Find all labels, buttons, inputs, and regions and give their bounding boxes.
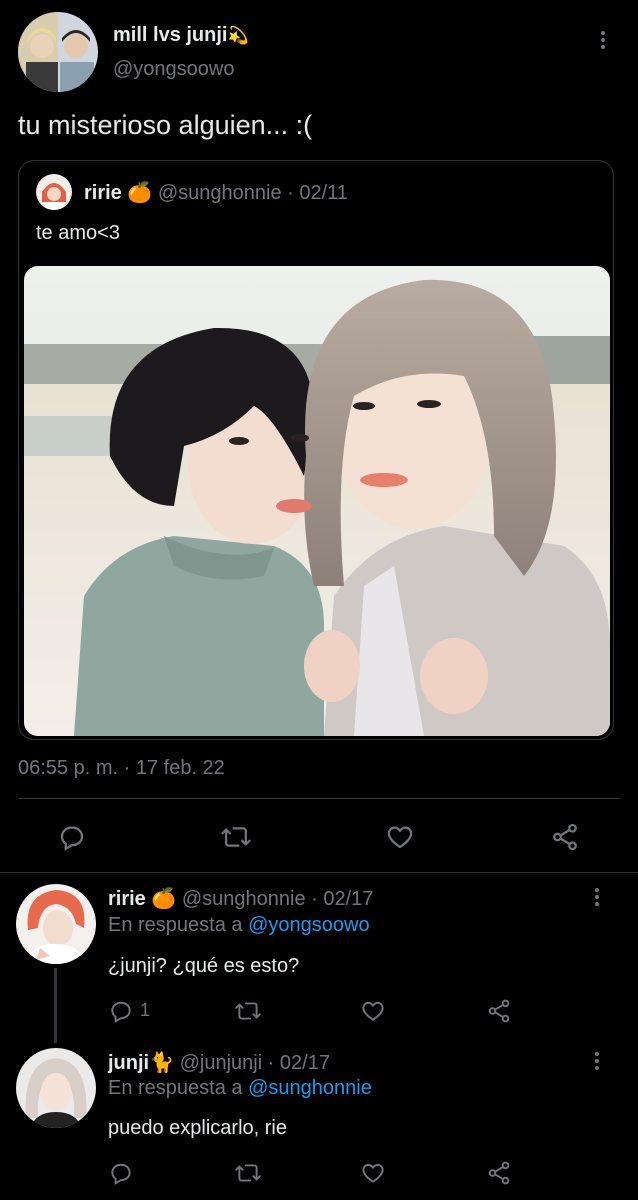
thread-line bbox=[54, 968, 57, 1043]
author-name-emoji: 💫 bbox=[227, 26, 249, 45]
reply-date[interactable]: · 02/17 bbox=[311, 888, 373, 910]
comment-icon[interactable] bbox=[108, 998, 134, 1024]
divider bbox=[18, 798, 620, 799]
retweet-icon[interactable] bbox=[234, 1160, 262, 1186]
divider bbox=[0, 872, 638, 873]
reply-header: junji🐈 @junjunji · 02/17 bbox=[108, 1050, 330, 1075]
author-display-name[interactable]: mill lvs junji💫 bbox=[113, 24, 249, 47]
retweet-icon[interactable] bbox=[220, 822, 252, 852]
quoted-text: te amo<3 bbox=[36, 222, 120, 244]
quoted-name-emoji: 🍊 bbox=[127, 182, 153, 204]
reply-handle[interactable]: @junjunji bbox=[180, 1052, 263, 1074]
more-options-icon[interactable] bbox=[594, 1052, 600, 1073]
tweet-timestamp[interactable]: 06:55 p. m. · 17 feb. 22 bbox=[18, 757, 225, 780]
share-icon[interactable] bbox=[486, 998, 512, 1024]
reply-text: puedo explicarlo, rie bbox=[108, 1117, 287, 1139]
reply-header: ririe 🍊 @sunghonnie · 02/17 bbox=[108, 886, 373, 911]
more-options-icon[interactable] bbox=[600, 31, 606, 52]
author-handle[interactable]: @yongsoowo bbox=[113, 58, 234, 81]
reply-date[interactable]: · 02/17 bbox=[268, 1052, 330, 1074]
quoted-handle[interactable]: @sunghonnie bbox=[158, 182, 282, 204]
reply-avatar[interactable] bbox=[16, 884, 96, 964]
reply-name-emoji: 🐈 bbox=[149, 1052, 175, 1074]
comment-icon[interactable] bbox=[108, 1160, 134, 1186]
author-display-name-text: mill lvs junji bbox=[113, 24, 228, 46]
author-avatar[interactable] bbox=[18, 12, 98, 92]
heart-icon[interactable] bbox=[385, 822, 415, 852]
reply-text: ¿junji? ¿qué es esto? bbox=[108, 955, 300, 977]
share-icon[interactable] bbox=[486, 1160, 512, 1186]
quoted-display-name[interactable]: ririe bbox=[84, 182, 122, 204]
quoted-author-avatar bbox=[36, 174, 72, 210]
retweet-icon[interactable] bbox=[234, 998, 262, 1024]
comment-icon[interactable] bbox=[57, 822, 87, 852]
heart-icon[interactable] bbox=[360, 998, 386, 1024]
quoted-author-line: ririe 🍊 @sunghonnie · 02/11 bbox=[84, 180, 348, 205]
reply-to-line: En respuesta a @sunghonnie bbox=[108, 1077, 372, 1100]
reply-name-emoji: 🍊 bbox=[151, 888, 177, 910]
quoted-photo[interactable] bbox=[24, 266, 610, 736]
reply-display-name[interactable]: ririe bbox=[108, 888, 146, 910]
reply-count: 1 bbox=[140, 1000, 151, 1020]
tweet-text: tu misterioso alguien... :( bbox=[18, 110, 313, 140]
reply-to-prefix: En respuesta a bbox=[108, 1077, 243, 1099]
quoted-date[interactable]: · 02/11 bbox=[287, 182, 348, 204]
more-options-icon[interactable] bbox=[594, 888, 600, 909]
reply-to-mention[interactable]: @sunghonnie bbox=[248, 1077, 372, 1099]
reply-to-line: En respuesta a @yongsoowo bbox=[108, 914, 370, 937]
reply-handle[interactable]: @sunghonnie bbox=[182, 888, 306, 910]
heart-icon[interactable] bbox=[360, 1160, 386, 1186]
reply-avatar[interactable] bbox=[16, 1048, 96, 1128]
reply-to-mention[interactable]: @yongsoowo bbox=[248, 914, 369, 936]
share-icon[interactable] bbox=[550, 822, 580, 852]
reply-to-prefix: En respuesta a bbox=[108, 914, 243, 936]
reply-display-name[interactable]: junji bbox=[108, 1052, 149, 1074]
